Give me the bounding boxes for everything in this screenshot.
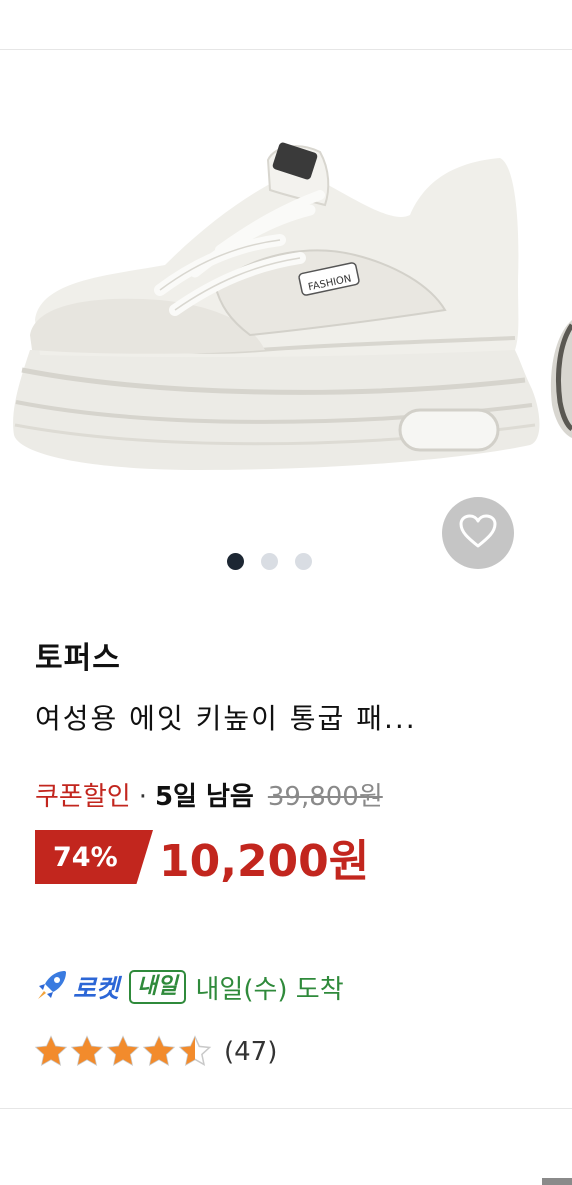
star-rating [34, 1035, 212, 1069]
image-pager-dots [227, 553, 312, 570]
pager-dot-3[interactable] [295, 553, 312, 570]
scroll-indicator [542, 1178, 572, 1185]
heart-outline-icon [458, 513, 498, 553]
pager-dot-1[interactable] [227, 553, 244, 570]
rating-row: (47) [34, 1034, 277, 1070]
coupon-label: 쿠폰할인 [35, 782, 131, 812]
review-count: (47) [224, 1037, 278, 1067]
original-price: 39,800원 [267, 782, 383, 812]
star-icon [106, 1035, 140, 1066]
coupon-days-left: 5일 남음 [154, 782, 254, 812]
sale-price: 10,200원 [159, 836, 370, 887]
rocket-label: 로켓 [73, 974, 120, 1003]
wishlist-button[interactable] [442, 497, 514, 569]
product-image[interactable]: FASHION [0, 50, 572, 540]
star-icon [178, 1035, 212, 1066]
price-row: 74% 10,200원 [35, 829, 369, 887]
bottom-divider [0, 1108, 572, 1109]
product-brand: 토퍼스 [35, 641, 121, 676]
discount-percent: 74% [53, 841, 118, 873]
separator-dot: · [138, 782, 147, 812]
tomorrow-badge: 내일 [129, 970, 186, 1004]
delivery-row: 로켓 내일 내일(수) 도착 [35, 967, 344, 1007]
star-icon [34, 1035, 68, 1066]
product-card[interactable]: FASHION 토퍼스 여성용 에잇 키높이 통굽 패... 쿠폰할인 · 5일… [0, 50, 572, 1108]
rocket-icon [35, 968, 69, 1006]
star-icon [142, 1035, 176, 1066]
product-title[interactable]: 여성용 에잇 키높이 통굽 패... [35, 697, 417, 737]
arrival-text: 내일(수) 도착 [195, 974, 344, 1005]
discount-badge: 74% [35, 830, 153, 884]
pager-dot-2[interactable] [261, 553, 278, 570]
star-icon [70, 1035, 104, 1066]
coupon-row: 쿠폰할인 · 5일 남음 39,800원 [35, 776, 383, 813]
